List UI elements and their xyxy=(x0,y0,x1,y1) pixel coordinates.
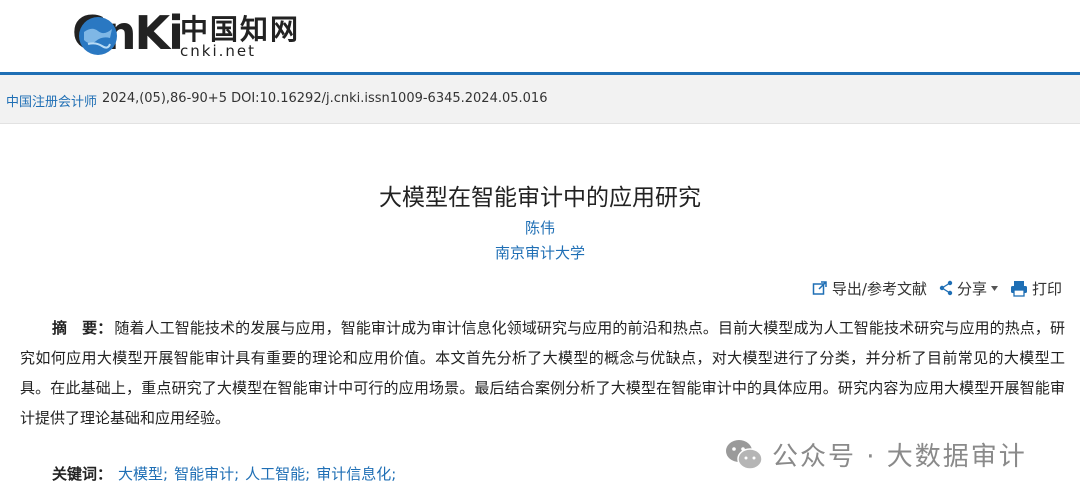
keywords-section: 关键词： 大模型; 智能审计; 人工智能; 审计信息化; xyxy=(52,463,402,484)
share-label: 分享 xyxy=(956,279,987,298)
export-icon xyxy=(812,281,827,295)
share-icon xyxy=(939,280,953,296)
article-title: 大模型在智能审计中的应用研究 xyxy=(379,185,701,211)
caret-down-icon xyxy=(990,285,998,291)
institution-link[interactable]: 南京审计大学 xyxy=(0,242,1080,263)
journal-link[interactable]: 中国注册会计师 xyxy=(6,91,97,110)
print-button[interactable]: 打印 xyxy=(1010,278,1062,299)
globe-icon xyxy=(79,17,117,55)
keyword-link[interactable]: 人工智能; xyxy=(245,463,310,484)
article-toolbar: 导出/参考文献 分享 打印 xyxy=(812,277,1062,299)
site-header: CnKi 中国知网 cnki.net xyxy=(0,0,1080,72)
citation-meta: 2024,(05),86-90+5 DOI:10.16292/j.cnki.is… xyxy=(102,91,548,106)
export-button[interactable]: 导出/参考文献 xyxy=(812,278,927,299)
abstract-section: 摘 要： 随着人工智能技术的发展与应用，智能审计成为审计信息化领域研究与应用的前沿… xyxy=(20,313,1065,433)
logo-domain-text: cnki.net xyxy=(180,42,256,60)
export-label: 导出/参考文献 xyxy=(831,279,927,298)
share-button[interactable]: 分享 xyxy=(939,278,998,299)
print-label: 打印 xyxy=(1031,279,1062,298)
keyword-link[interactable]: 审计信息化; xyxy=(316,463,396,484)
watermark-text: 公众号 · 大数据审计 xyxy=(772,442,1027,472)
keyword-link[interactable]: 智能审计; xyxy=(174,463,239,484)
cnki-logo[interactable]: CnKi 中国知网 cnki.net xyxy=(72,4,312,70)
abstract-label: 摘 要： xyxy=(52,319,113,337)
wechat-watermark: 公众号 · 大数据审计 xyxy=(724,436,1027,473)
keywords-label: 关键词： xyxy=(52,465,113,483)
wechat-icon xyxy=(726,439,763,470)
printer-icon xyxy=(1010,280,1027,297)
keyword-link[interactable]: 大模型; xyxy=(118,463,168,484)
abstract-text: 随着人工智能技术的发展与应用，智能审计成为审计信息化领域研究与应用的前沿和热点。… xyxy=(20,319,1065,427)
citation-bar: 中国注册会计师 2024,(05),86-90+5 DOI:10.16292/j… xyxy=(0,75,1080,124)
author-link[interactable]: 陈伟 xyxy=(0,217,1080,238)
